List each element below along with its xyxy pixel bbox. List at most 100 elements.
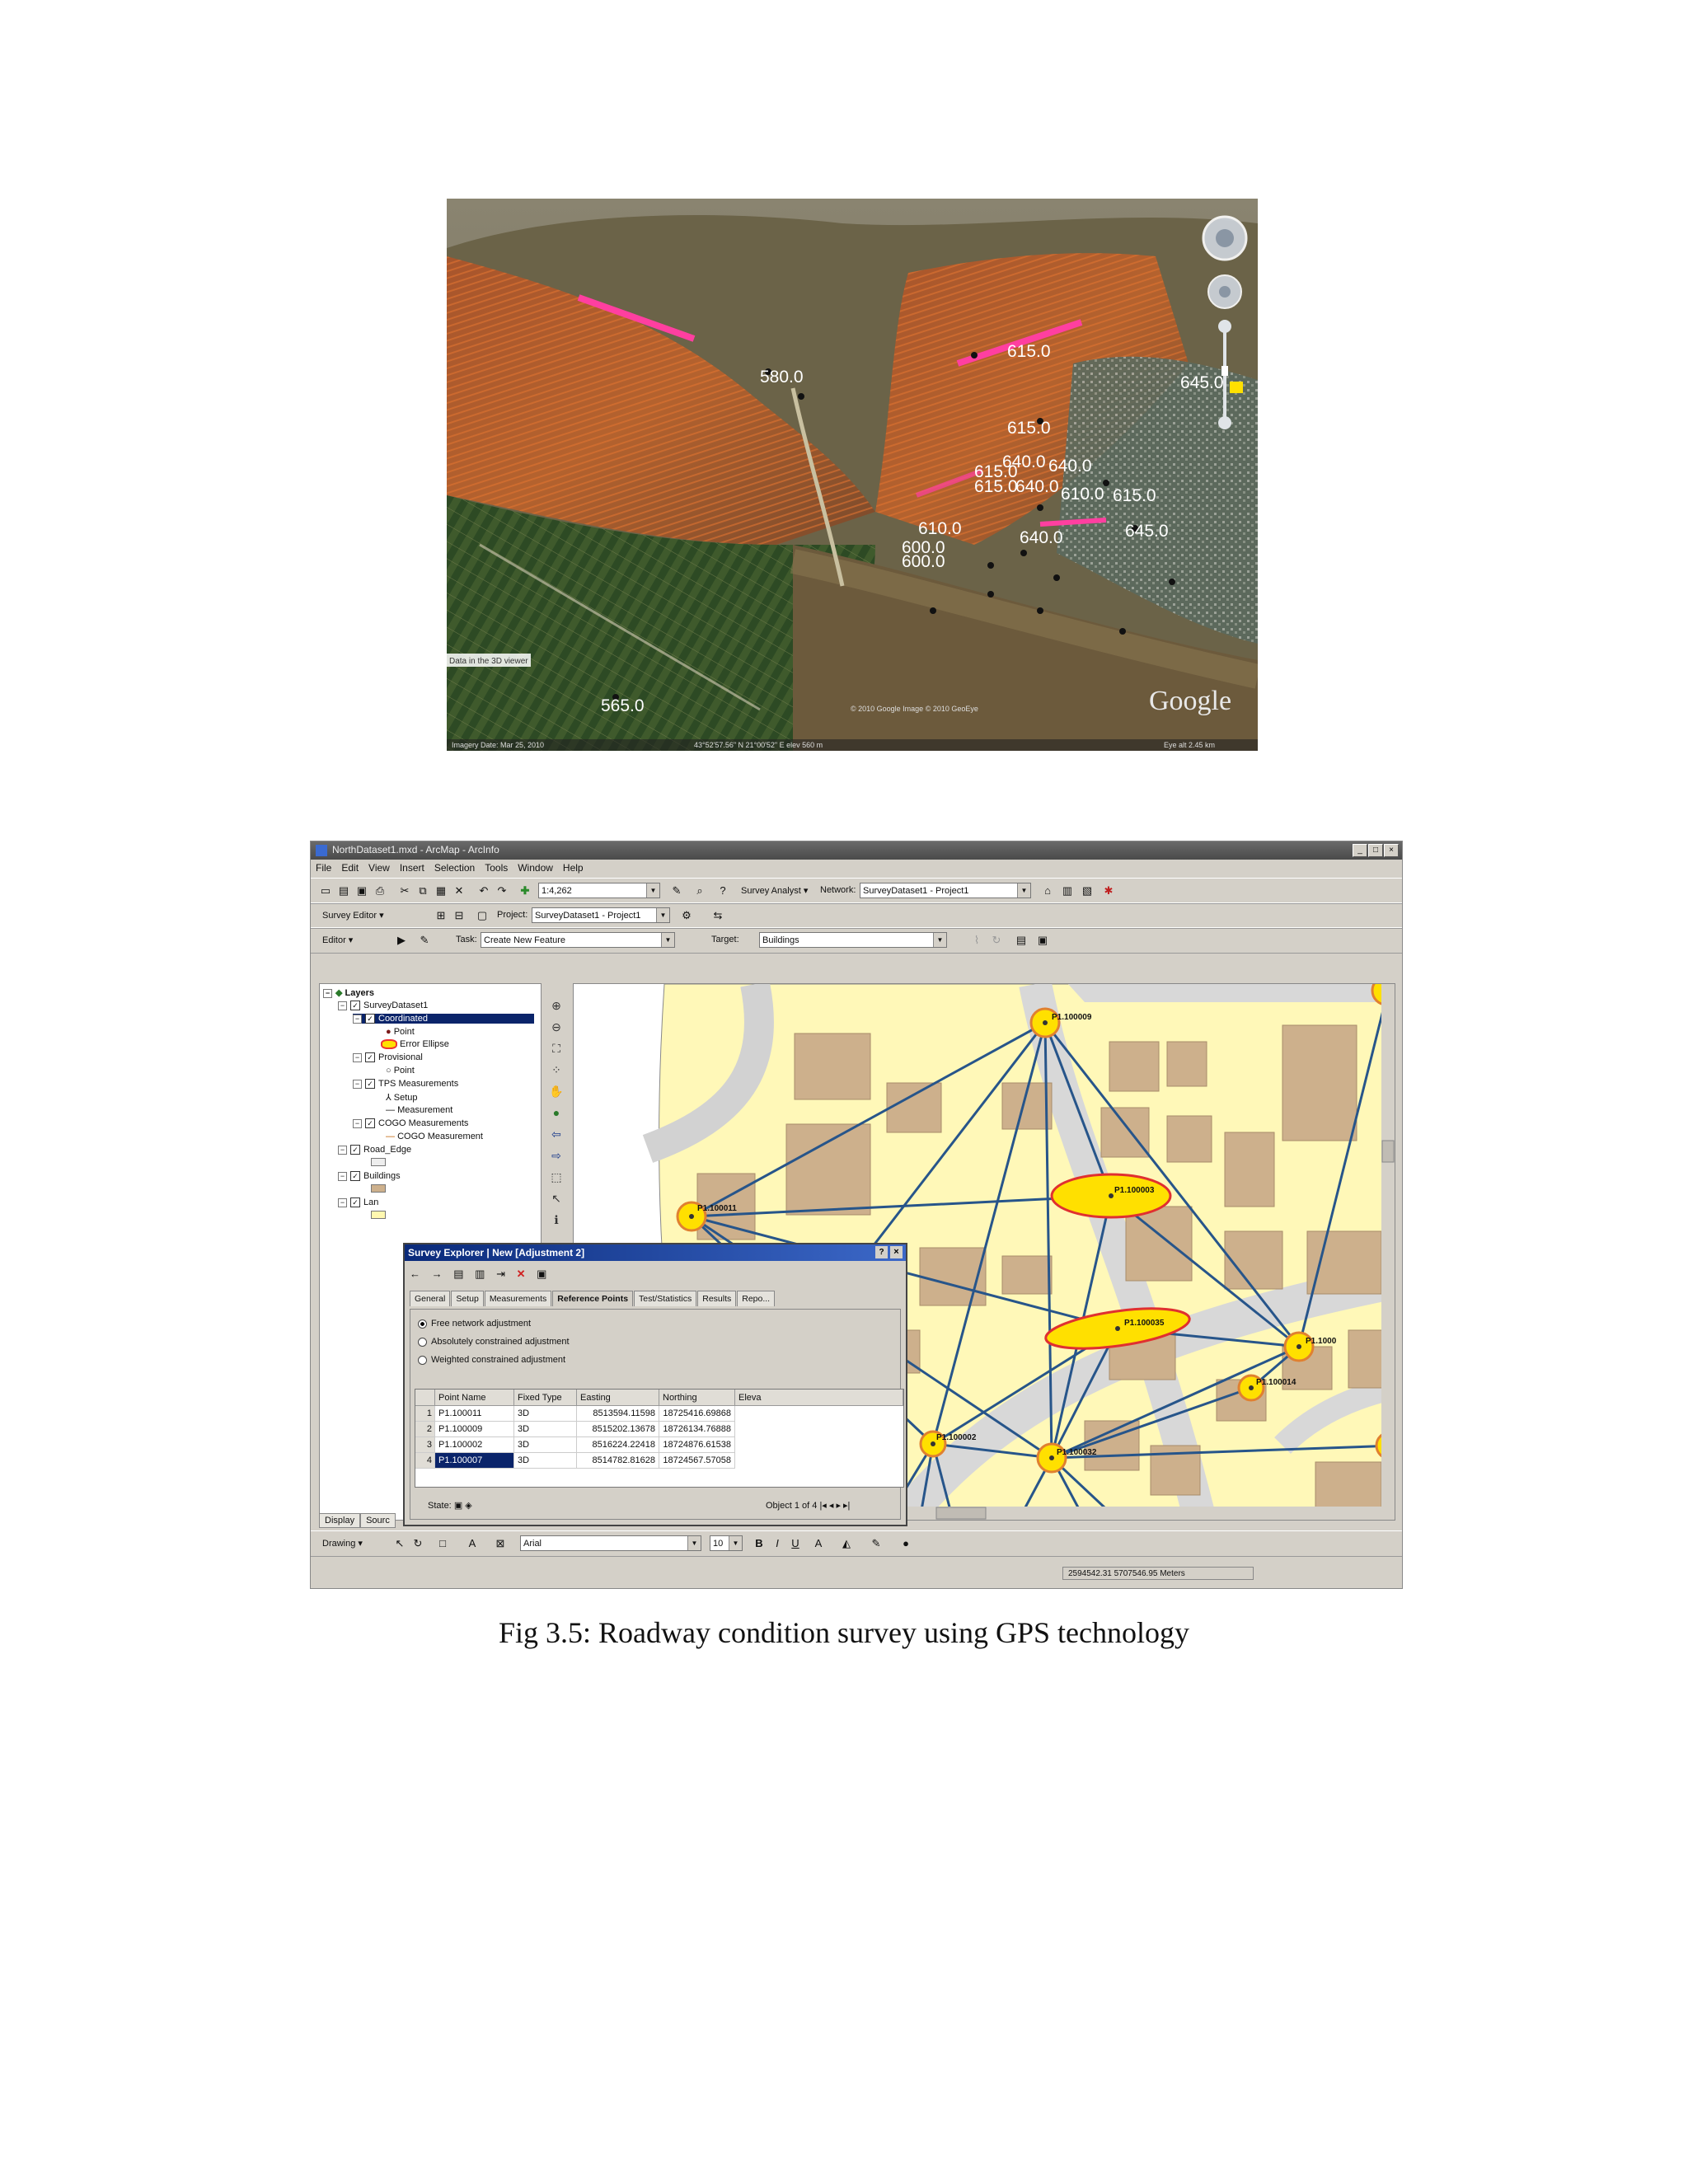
toc-coordinated[interactable]: − ✓ Coordinated xyxy=(353,1014,534,1024)
zoom-in-icon[interactable]: ⊕ xyxy=(547,996,565,1015)
arctoolbox-icon[interactable]: ⌕ xyxy=(692,883,708,899)
editor-menu[interactable]: Editor ▾ xyxy=(322,935,353,945)
tab-repo[interactable]: Repo... xyxy=(737,1291,776,1306)
back-icon[interactable]: ← xyxy=(410,1268,420,1280)
font-size-combo[interactable]: 10 ▼ xyxy=(710,1535,743,1551)
toc-layers[interactable]: − ◆ Layers xyxy=(323,987,374,998)
rotate-tool-icon[interactable]: ↻ xyxy=(410,1535,426,1552)
target-combo[interactable]: Buildings ▼ xyxy=(759,932,947,948)
fixed-zoom-out-icon[interactable]: ⁘ xyxy=(547,1061,565,1079)
menu-item-insert[interactable]: Insert xyxy=(395,860,429,876)
fixed-zoom-in-icon[interactable]: ⛶ xyxy=(547,1039,565,1057)
select-elements-icon[interactable]: ↖ xyxy=(547,1189,565,1207)
font-combo[interactable]: Arial ▼ xyxy=(520,1535,701,1551)
properties-icon[interactable]: ▤ xyxy=(453,1268,463,1280)
column-header[interactable]: Easting xyxy=(577,1390,659,1406)
drawing-menu[interactable]: Drawing ▾ xyxy=(322,1538,363,1549)
full-extent-icon[interactable]: ● xyxy=(547,1104,565,1122)
delete-icon[interactable]: ✕ xyxy=(451,883,467,899)
cut-icon[interactable]: ✂ xyxy=(396,883,413,899)
survey-analyst-menu[interactable]: Survey Analyst ▾ xyxy=(741,885,808,896)
maximize-icon[interactable]: □ xyxy=(1368,844,1383,857)
redo-icon[interactable]: ↷ xyxy=(494,883,510,899)
table-cell[interactable]: P1.100009 xyxy=(435,1422,514,1437)
radio-free-network[interactable]: Free network adjustment xyxy=(418,1319,531,1329)
scale-combo[interactable]: 1:4,262 ▼ xyxy=(538,883,660,898)
picture-tool-icon[interactable]: ⊠ xyxy=(492,1535,509,1552)
edit-tool-icon[interactable]: ▶ xyxy=(393,932,410,949)
table-cell[interactable]: 3D xyxy=(514,1437,577,1453)
attributes-icon[interactable]: ▤ xyxy=(1013,932,1029,949)
table-cell[interactable]: 8515202.13678 xyxy=(577,1422,659,1437)
run-icon[interactable]: ⇥ xyxy=(496,1268,505,1280)
toc-tps[interactable]: − ✓ TPS Measurements xyxy=(353,1079,458,1090)
forward-extent-icon[interactable]: ⇨ xyxy=(547,1146,565,1165)
add-data-icon[interactable]: ✚ xyxy=(517,883,533,899)
table-cell[interactable]: 18726134.76888 xyxy=(659,1422,735,1437)
rectangle-tool-icon[interactable]: □ xyxy=(434,1535,451,1552)
table-cell[interactable]: 8514782.81628 xyxy=(577,1453,659,1469)
table-cell[interactable]: 3 xyxy=(415,1437,435,1453)
survey-editor-menu[interactable]: Survey Editor ▾ xyxy=(322,910,384,921)
state-icons[interactable]: ▣ ◈ xyxy=(454,1501,472,1511)
menu-item-view[interactable]: View xyxy=(363,860,395,876)
help-icon[interactable]: ? xyxy=(875,1246,888,1258)
menu-item-file[interactable]: File xyxy=(311,860,336,876)
tab-reference-points[interactable]: Reference Points xyxy=(552,1291,634,1306)
whats-this-icon[interactable]: ? xyxy=(715,883,731,899)
new-icon[interactable]: ▭ xyxy=(317,883,334,899)
marker-color-icon[interactable]: ● xyxy=(898,1535,914,1552)
toc-cogo[interactable]: − ✓ COGO Measurements xyxy=(353,1118,468,1129)
link-tool-icon[interactable]: ⇆ xyxy=(710,907,726,924)
line-color-icon[interactable]: ✎ xyxy=(868,1535,884,1552)
column-header[interactable]: Northing xyxy=(659,1390,735,1406)
undo-icon[interactable]: ↶ xyxy=(476,883,492,899)
survey-tool-icon-3[interactable]: ▧ xyxy=(1079,883,1095,899)
table-cell[interactable]: 18724876.61538 xyxy=(659,1437,735,1453)
table-cell[interactable]: P1.100002 xyxy=(435,1437,514,1453)
nav-compass[interactable] xyxy=(1202,215,1248,261)
menu-item-window[interactable]: Window xyxy=(513,860,558,876)
radio-absolutely-constrained[interactable]: Absolutely constrained adjustment xyxy=(418,1337,570,1347)
table-cell[interactable]: 8516224.22418 xyxy=(577,1437,659,1453)
table-cell[interactable]: 18724567.57058 xyxy=(659,1453,735,1469)
menu-item-help[interactable]: Help xyxy=(558,860,588,876)
survey-tool-icon-2[interactable]: ▥ xyxy=(1059,883,1076,899)
identify-icon[interactable]: ℹ xyxy=(547,1211,565,1229)
editor-toolbar-icon[interactable]: ✎ xyxy=(668,883,685,899)
toc-road-edge[interactable]: − ✓ Road_Edge xyxy=(338,1145,411,1155)
toc-provisional[interactable]: − ✓ Provisional xyxy=(353,1052,423,1063)
table-cell[interactable]: 2 xyxy=(415,1422,435,1437)
table-cell[interactable]: P1.100011 xyxy=(435,1406,514,1422)
survey-edit-icon-1[interactable]: ⊞ xyxy=(433,907,449,924)
task-combo[interactable]: Create New Feature ▼ xyxy=(481,932,675,948)
tab-results[interactable]: Results xyxy=(697,1291,737,1306)
sketch-props-icon[interactable]: ▣ xyxy=(1034,932,1051,949)
toc-survey-dataset[interactable]: − ✓ SurveyDataset1 xyxy=(338,1001,428,1011)
report-icon[interactable]: ▣ xyxy=(537,1268,546,1280)
back-extent-icon[interactable]: ⇦ xyxy=(547,1125,565,1143)
survey-tool-icon-4[interactable]: ✱ xyxy=(1100,883,1117,899)
table-cell[interactable]: 4 xyxy=(415,1453,435,1469)
survey-tool-icon-1[interactable]: ⌂ xyxy=(1039,883,1056,899)
toc-buildings[interactable]: − ✓ Buildings xyxy=(338,1171,401,1182)
table-cell[interactable]: 3D xyxy=(514,1422,577,1437)
open-icon[interactable]: ▤ xyxy=(335,883,352,899)
network-tool-icon[interactable]: ⚙ xyxy=(678,907,695,924)
tab-general[interactable]: General xyxy=(410,1291,451,1306)
look-control[interactable] xyxy=(1207,274,1242,309)
tab-source[interactable]: Sourc xyxy=(360,1513,396,1528)
column-header[interactable]: Eleva xyxy=(735,1390,903,1406)
survey-edit-icon-3[interactable]: ▢ xyxy=(474,907,490,924)
pan-icon[interactable]: ✋ xyxy=(547,1082,565,1100)
forward-icon[interactable]: → xyxy=(432,1268,443,1280)
zoom-out-icon[interactable]: ⊖ xyxy=(547,1018,565,1036)
tab-measurements[interactable]: Measurements xyxy=(484,1291,552,1306)
italic-icon[interactable]: I xyxy=(769,1535,785,1552)
table-cell[interactable]: 3D xyxy=(514,1406,577,1422)
network-combo[interactable]: SurveyDataset1 - Project1 ▼ xyxy=(860,883,1031,898)
table-cell[interactable]: 8513594.11598 xyxy=(577,1406,659,1422)
radio-weighted-constrained[interactable]: Weighted constrained adjustment xyxy=(418,1355,565,1365)
fill-color-icon[interactable]: ◭ xyxy=(838,1535,855,1552)
map-vertical-scrollbar[interactable] xyxy=(1381,984,1395,1520)
